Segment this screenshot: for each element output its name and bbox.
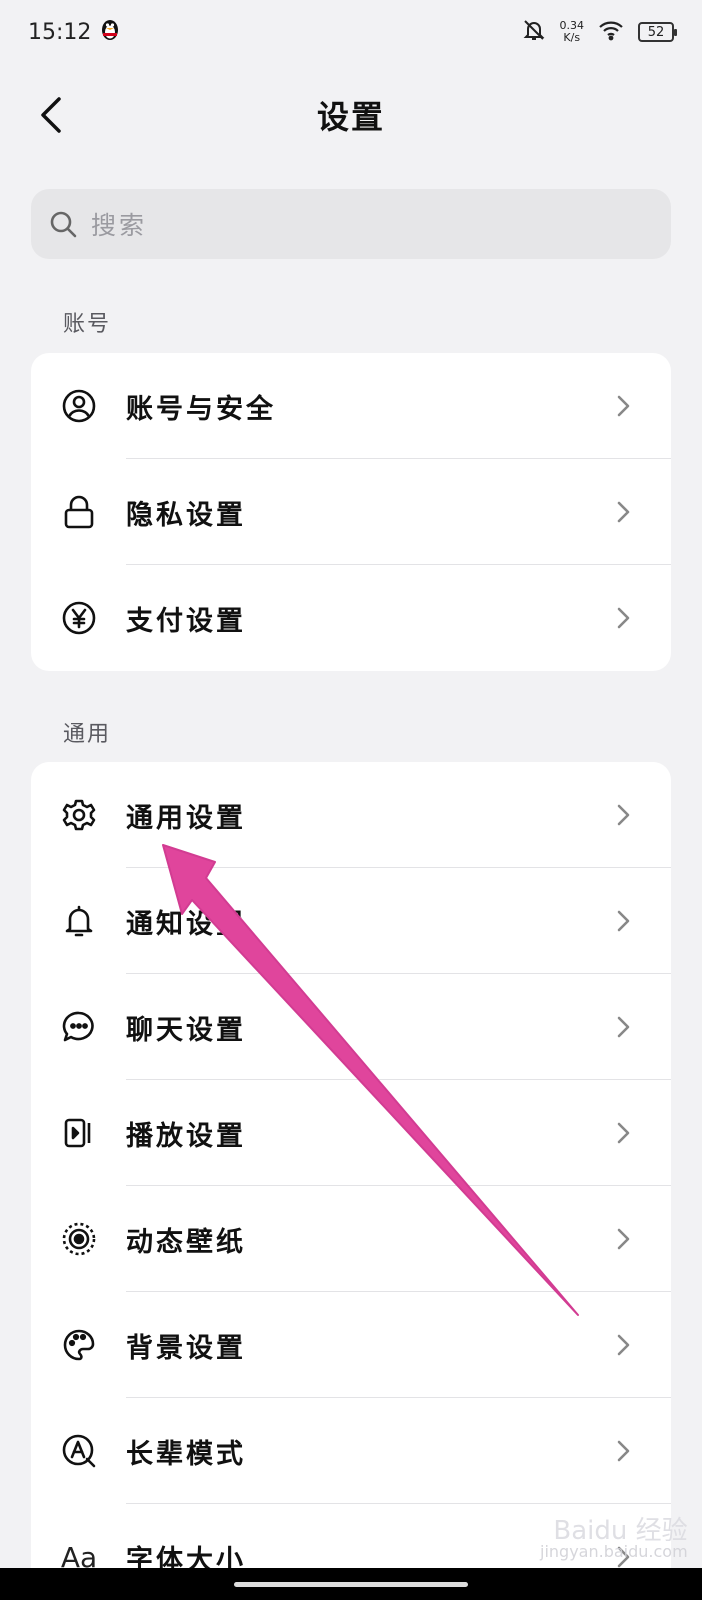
section-title-general: 通用	[63, 722, 112, 747]
status-right: 0.34 K/s 52	[522, 18, 677, 46]
qq-penguin-icon	[99, 17, 121, 47]
battery-indicator: 52	[638, 22, 677, 42]
section-title-account: 账号	[63, 312, 112, 337]
settings-item-label: 聊天设置	[126, 1014, 246, 1046]
settings-item-label: 通用设置	[126, 802, 246, 834]
settings-item-playback[interactable]: 播放设置	[31, 1080, 671, 1186]
status-left: 15:12	[28, 17, 121, 47]
navigation-bar	[0, 1568, 702, 1600]
search-icon	[50, 211, 77, 238]
settings-item-elder-mode[interactable]: 长辈模式	[31, 1398, 671, 1504]
general-settings-card: 通用设置 通知设置 聊天设置 播放设置 动态壁纸 背景设置 长辈模式 Aa 字体…	[31, 762, 671, 1568]
chevron-right-icon	[617, 1228, 630, 1250]
account-icon	[61, 388, 97, 424]
play-icon	[61, 1115, 97, 1151]
settings-item-label: 字体大小	[126, 1544, 246, 1569]
settings-item-notification[interactable]: 通知设置	[31, 868, 671, 974]
wallpaper-icon	[61, 1221, 97, 1257]
watermark-url: jingyan.baidu.com	[540, 1542, 688, 1561]
chevron-right-icon	[617, 607, 630, 629]
settings-item-general[interactable]: 通用设置	[31, 762, 671, 868]
status-bar: 15:12 0.34 K/s 52	[0, 0, 702, 64]
chevron-right-icon	[617, 1122, 630, 1144]
chevron-right-icon	[617, 1440, 630, 1462]
back-button[interactable]	[28, 90, 74, 140]
chevron-left-icon	[41, 97, 61, 133]
settings-item-label: 隐私设置	[126, 499, 246, 531]
palette-icon	[61, 1327, 97, 1363]
speed-unit: K/s	[563, 31, 581, 44]
settings-item-live-wallpaper[interactable]: 动态壁纸	[31, 1186, 671, 1292]
chevron-right-icon	[617, 501, 630, 523]
status-time: 15:12	[28, 19, 92, 45]
gear-icon	[61, 797, 97, 833]
chat-icon	[61, 1009, 97, 1045]
page-title: 设置	[316, 98, 385, 136]
settings-item-background[interactable]: 背景设置	[31, 1292, 671, 1398]
battery-level: 52	[647, 24, 665, 40]
lock-icon	[61, 494, 97, 530]
account-settings-card: 账号与安全 隐私设置 支付设置	[31, 353, 671, 671]
settings-item-label: 背景设置	[126, 1332, 246, 1364]
yen-icon	[61, 600, 97, 636]
settings-item-privacy[interactable]: 隐私设置	[31, 459, 671, 565]
mute-bell-icon	[522, 18, 546, 46]
home-indicator[interactable]	[234, 1582, 468, 1587]
chevron-right-icon	[617, 1334, 630, 1356]
bell-icon	[61, 903, 97, 939]
search-input[interactable]: 搜索	[31, 189, 671, 259]
font-size-icon: Aa	[60, 1540, 98, 1569]
network-speed: 0.34 K/s	[560, 20, 585, 44]
settings-item-label: 支付设置	[126, 605, 246, 637]
chevron-right-icon	[617, 804, 630, 826]
wifi-icon	[598, 19, 624, 45]
elder-mode-icon	[61, 1433, 97, 1469]
settings-item-label: 长辈模式	[126, 1438, 246, 1470]
settings-item-label: 通知设置	[126, 908, 246, 940]
header: 设置	[0, 80, 702, 150]
settings-item-label: 动态壁纸	[126, 1226, 246, 1258]
settings-item-account-security[interactable]: 账号与安全	[31, 353, 671, 459]
chevron-right-icon	[617, 910, 630, 932]
settings-item-label: 账号与安全	[126, 393, 276, 425]
chevron-right-icon	[617, 395, 630, 417]
chevron-right-icon	[617, 1016, 630, 1038]
baidu-watermark: Baidu 经验 jingyan.baidu.com	[540, 1518, 688, 1560]
settings-item-label: 播放设置	[126, 1120, 246, 1152]
settings-item-chat[interactable]: 聊天设置	[31, 974, 671, 1080]
settings-item-payment[interactable]: 支付设置	[31, 565, 671, 671]
search-placeholder: 搜索	[91, 211, 148, 240]
